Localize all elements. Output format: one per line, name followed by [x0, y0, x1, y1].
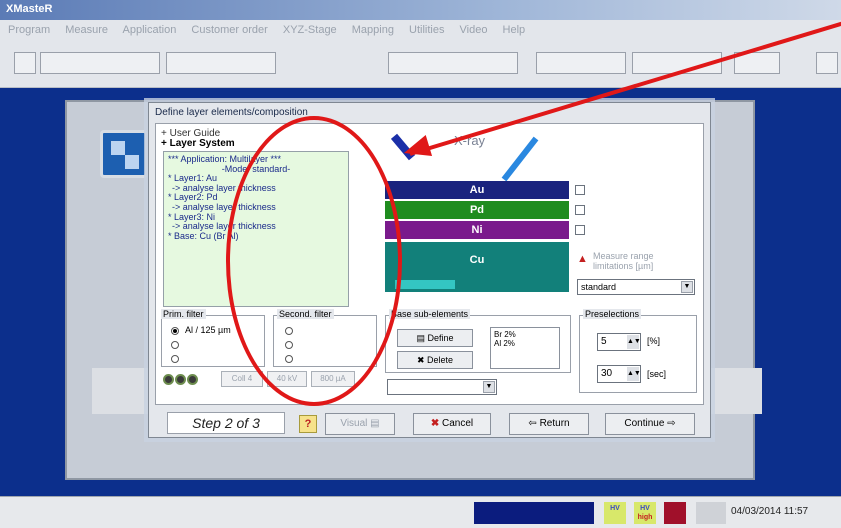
continue-arrow-icon: ⇨	[667, 418, 676, 429]
toolbar	[0, 42, 841, 88]
status-indicator-icon	[163, 374, 199, 388]
dialog-footer: Step 2 of 3 ? Visual ▤ ✖ Cancel ⇦ Return…	[149, 409, 712, 437]
menu-program[interactable]: Program	[8, 24, 50, 36]
menu-utilities[interactable]: Utilities	[409, 24, 444, 36]
measure-range-label: Measure range limitations [µm]	[593, 251, 654, 271]
prim-filter-label: Prim. filter	[161, 309, 206, 319]
mode-select[interactable]: standard ▼	[577, 279, 695, 295]
measure-range-arrow-icon: ▲	[577, 253, 588, 265]
sub-element-item: Al 2%	[494, 339, 515, 348]
help-icon[interactable]: ?	[299, 415, 317, 433]
prim-filter-option-3[interactable]	[171, 353, 185, 363]
layer-pd[interactable]: Pd	[385, 201, 569, 219]
hv-icon: HV	[604, 502, 626, 524]
menu-customer-order[interactable]: Customer order	[191, 24, 267, 36]
sub-elements-list[interactable]: Br 2% Al 2%	[490, 327, 560, 369]
sub-element-item: Br 2%	[494, 330, 516, 339]
layer-au-checkbox[interactable]	[575, 185, 585, 195]
menu-application[interactable]: Application	[123, 24, 177, 36]
toolbar-button-group[interactable]	[40, 52, 160, 74]
status-bar: HV HV high 04/03/2014 11:57	[0, 496, 841, 528]
layer-ni-checkbox[interactable]	[575, 225, 585, 235]
layer-ni[interactable]: Ni	[385, 221, 569, 239]
spinner-arrows-icon: ▲▼	[627, 367, 641, 381]
close-icon: ✖	[430, 418, 440, 429]
continue-button[interactable]: Continue ⇨	[605, 413, 695, 435]
menu-help[interactable]: Help	[503, 24, 526, 36]
collimator-status: Coll 4	[221, 371, 263, 387]
return-button[interactable]: ⇦ Return	[509, 413, 589, 435]
application-logo-icon	[100, 130, 148, 178]
alarm-indicator-icon	[664, 502, 686, 524]
layer-au[interactable]: Au	[385, 181, 569, 199]
return-arrow-icon: ⇦	[528, 418, 537, 429]
toolbar-button-group[interactable]	[536, 52, 626, 74]
spinner-arrows-icon: ▲▼	[627, 335, 641, 349]
datetime: 04/03/2014 11:57	[731, 506, 809, 517]
menu-mapping[interactable]: Mapping	[352, 24, 394, 36]
chevron-down-icon: ▼	[681, 281, 693, 293]
seconds-spinner[interactable]: 30 ▲▼	[597, 365, 641, 383]
step-indicator: Step 2 of 3	[167, 412, 285, 434]
toolbar-button-group[interactable]	[388, 52, 518, 74]
dialog-title: Define layer elements/composition	[155, 107, 308, 118]
toolbar-button-group[interactable]	[166, 52, 276, 74]
guide-tree: + User Guide + Layer System	[161, 129, 235, 149]
status-panel	[474, 502, 594, 524]
guide-item-layer-system[interactable]: + Layer System	[161, 139, 235, 149]
sub-element-select[interactable]: ▼	[387, 379, 497, 395]
prim-filter-option-2[interactable]	[171, 339, 185, 349]
hv-high-icon: HV high	[634, 502, 656, 524]
menu-xyz-stage[interactable]: XYZ-Stage	[283, 24, 337, 36]
base-sub-elements-label: Base sub-elements	[389, 309, 471, 319]
cancel-button[interactable]: ✖ Cancel	[413, 413, 491, 435]
base-substrate-strip	[395, 280, 455, 289]
status-field	[696, 502, 726, 524]
menu-measure[interactable]: Measure	[65, 24, 108, 36]
percent-spinner[interactable]: 5 ▲▼	[597, 333, 641, 351]
toolbar-button[interactable]	[816, 52, 838, 74]
define-button[interactable]: ▤ Define	[397, 329, 473, 347]
menu-bar: Program Measure Application Customer ord…	[0, 20, 841, 42]
chevron-down-icon: ▼	[483, 381, 495, 393]
seconds-unit: [sec]	[647, 369, 667, 379]
annotation-oval	[226, 116, 402, 406]
toolbar-button[interactable]	[14, 52, 36, 74]
prim-filter-option-al[interactable]: Al / 125 µm	[171, 325, 231, 335]
percent-unit: [%]	[647, 336, 661, 346]
delete-button[interactable]: ✖ Delete	[397, 351, 473, 369]
window-title: XMasteR	[0, 0, 841, 20]
visual-button[interactable]: Visual ▤	[325, 413, 395, 435]
layer-pd-checkbox[interactable]	[575, 205, 585, 215]
menu-video[interactable]: Video	[460, 24, 488, 36]
preselections-label: Preselections	[583, 309, 642, 319]
